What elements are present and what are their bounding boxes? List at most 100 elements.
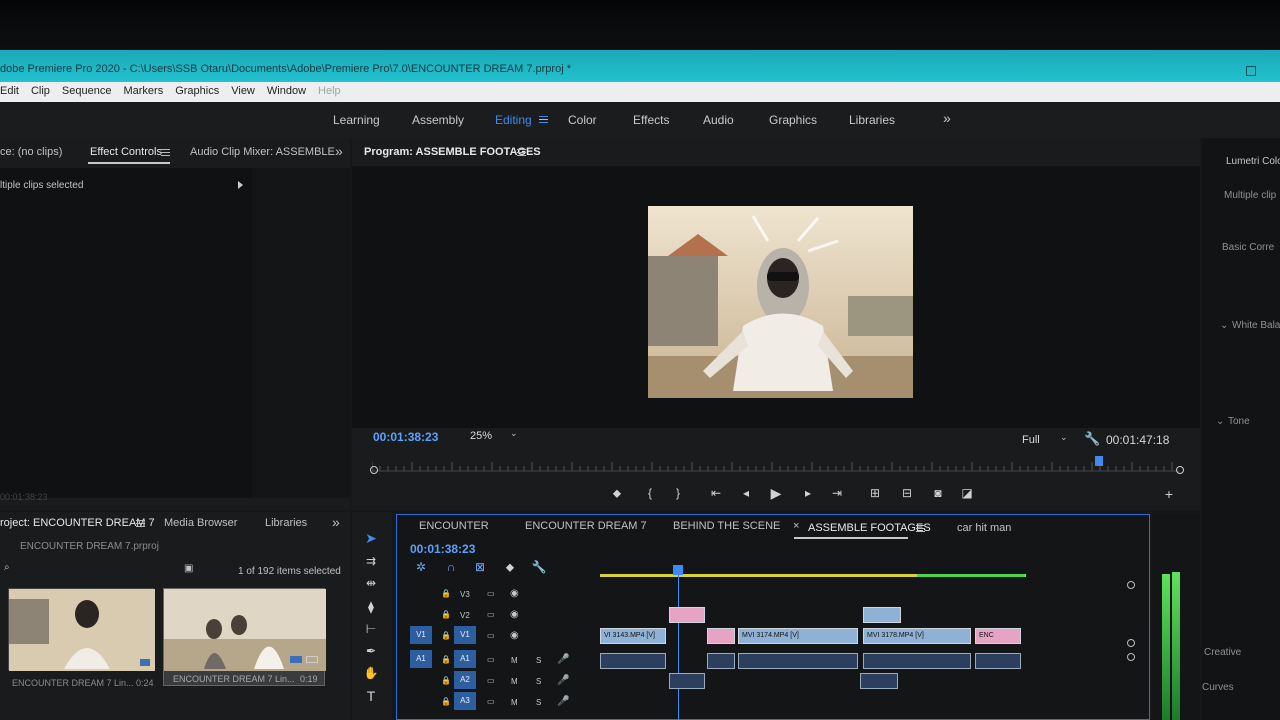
workspace-libraries[interactable]: Libraries (849, 113, 895, 127)
button-editor-plus-icon[interactable]: + (1160, 486, 1178, 502)
export-frame-icon[interactable]: ◙ (929, 486, 947, 500)
step-forward-icon[interactable]: ▸ (799, 486, 817, 500)
effect-controls-menu-icon[interactable] (161, 149, 170, 156)
in-point-handle[interactable] (370, 466, 378, 474)
expand-arrow-icon[interactable] (238, 181, 243, 189)
clip-a1-4[interactable] (863, 653, 971, 669)
eye-v3-icon[interactable]: ◉ (510, 588, 519, 599)
razor-tool-icon[interactable]: ⧫ (362, 600, 380, 614)
pen-tool-icon[interactable]: ✒ (362, 644, 380, 658)
timeline-tab-behind-the-scene[interactable]: BEHIND THE SCENE (673, 520, 780, 532)
close-tab-icon[interactable]: × (793, 520, 799, 532)
clip-v1-4[interactable]: ENC (975, 628, 1021, 644)
quality-chevron-down-icon[interactable]: ⌄ (1060, 432, 1068, 443)
type-tool-icon[interactable]: T (362, 688, 380, 704)
maximize-icon[interactable] (1246, 66, 1256, 76)
mute-a1[interactable]: M (511, 656, 518, 665)
mic-a2-icon[interactable]: 🎤 (557, 675, 569, 686)
sync-a2-icon[interactable]: ▭ (487, 676, 495, 685)
track-label-a2[interactable]: A2 (454, 671, 476, 689)
workspace-audio[interactable]: Audio (703, 113, 734, 127)
track-label-a1[interactable]: A1 (454, 650, 476, 668)
solo-a3[interactable]: S (536, 698, 541, 707)
menu-clip[interactable]: Clip (31, 85, 50, 102)
solo-a1[interactable]: S (536, 656, 541, 665)
tab-libraries[interactable]: Libraries (265, 517, 307, 529)
go-to-out-icon[interactable]: ⇥ (828, 486, 846, 500)
timeline-tab-encounter[interactable]: ENCOUNTER (419, 520, 489, 532)
eye-v1-icon[interactable]: ◉ (510, 630, 519, 641)
clip-a1-2[interactable] (707, 653, 735, 669)
program-time-ruler[interactable] (370, 456, 1184, 474)
mark-in-icon[interactable]: { (641, 486, 659, 500)
ripple-edit-tool-icon[interactable]: ⇹ (362, 576, 380, 590)
workspace-effects[interactable]: Effects (633, 113, 669, 127)
tab-project[interactable]: roject: ENCOUNTER DREAM 7 (0, 517, 155, 529)
extract-icon[interactable]: ⊟ (898, 486, 916, 500)
clip-a1-1[interactable] (600, 653, 666, 669)
sync-v1-icon[interactable]: ▭ (487, 631, 495, 640)
panel-more-icon[interactable]: » (335, 143, 343, 159)
eye-v2-icon[interactable]: ◉ (510, 609, 519, 620)
mic-a3-icon[interactable]: 🎤 (557, 696, 569, 707)
solo-a2[interactable]: S (536, 677, 541, 686)
mic-a1-icon[interactable]: 🎤 (557, 654, 569, 665)
timeline-tab-encounter-dream-7[interactable]: ENCOUNTER DREAM 7 (525, 520, 647, 532)
timeline-playhead-handle[interactable] (673, 565, 683, 575)
tab-media-browser[interactable]: Media Browser (164, 517, 237, 529)
clip-v2-blue[interactable] (863, 607, 901, 623)
source-patch-a1[interactable]: A1 (410, 650, 432, 668)
clip-v1-1[interactable]: VI 3143.MP4 [V] (600, 628, 666, 644)
new-bin-icon[interactable]: ▣ (184, 563, 193, 574)
slip-tool-icon[interactable]: ⊢ (362, 622, 380, 636)
lumetri-white-balance[interactable]: White Bala (1232, 320, 1280, 331)
selection-tool-icon[interactable]: ➤ (362, 530, 380, 547)
tab-effect-controls[interactable]: Effect Controls (90, 146, 162, 158)
menu-graphics[interactable]: Graphics (175, 85, 219, 102)
timeline-scroll-handle-mid[interactable] (1127, 639, 1135, 647)
comparison-view-icon[interactable]: ◪ (958, 486, 976, 500)
timeline-tab-assemble-footages[interactable]: ASSEMBLE FOOTAGES (808, 522, 931, 534)
clip-a1-3[interactable] (738, 653, 858, 669)
mute-a3[interactable]: M (511, 698, 518, 707)
play-icon[interactable]: ▶ (767, 485, 785, 502)
workspace-editing[interactable]: Editing (495, 113, 532, 127)
workspace-color[interactable]: Color (568, 113, 597, 127)
wrench-icon[interactable]: 🔧 (1084, 431, 1100, 447)
timeline-tab-car-hit-man[interactable]: car hit man (957, 522, 1011, 534)
zoom-chevron-down-icon[interactable]: ⌄ (510, 428, 518, 439)
linked-selection-icon[interactable]: ⊠ (471, 560, 489, 574)
program-menu-icon[interactable] (517, 149, 526, 156)
clip-a2-2[interactable] (860, 673, 898, 689)
lock-a2-icon[interactable]: 🔒 (441, 676, 451, 685)
workspace-assembly[interactable]: Assembly (412, 113, 464, 127)
timeline-marker-icon[interactable]: ⬥ (501, 560, 519, 575)
menu-markers[interactable]: Markers (123, 85, 163, 102)
menu-sequence[interactable]: Sequence (62, 85, 112, 102)
out-point-handle[interactable] (1176, 466, 1184, 474)
go-to-in-icon[interactable]: ⇤ (707, 486, 725, 500)
clip-v1-2[interactable]: MVI 3174.MP4 [V] (738, 628, 858, 644)
clip-a1-5[interactable] (975, 653, 1021, 669)
lumetri-tone[interactable]: Tone (1228, 416, 1250, 427)
timeline-settings-wrench-icon[interactable]: 🔧 (530, 560, 548, 574)
clip-a2-1[interactable] (669, 673, 705, 689)
project-thumbnail-2[interactable]: ENCOUNTER DREAM 7 Lin... 0:19 (163, 588, 326, 686)
lock-a1-icon[interactable]: 🔒 (441, 655, 451, 664)
clip-v1-3[interactable]: MVI 3178.MP4 [V] (863, 628, 971, 644)
program-playhead[interactable] (1095, 456, 1104, 466)
snap-magnet-icon[interactable]: ∩ (442, 560, 460, 574)
tab-audio-clip-mixer[interactable]: Audio Clip Mixer: ASSEMBLE (190, 146, 335, 158)
sync-v3-icon[interactable]: ▭ (487, 589, 495, 598)
timeline-scroll-handle-bottom[interactable] (1127, 653, 1135, 661)
project-thumbnail-1[interactable] (8, 588, 155, 671)
tab-source[interactable]: ce: (no clips) (0, 146, 62, 158)
tone-chevron-icon[interactable]: ⌄ (1216, 416, 1224, 427)
add-marker-icon[interactable]: ⬥ (608, 486, 626, 501)
timeline-menu-icon[interactable] (916, 525, 925, 532)
menu-view[interactable]: View (231, 85, 255, 102)
sync-a3-icon[interactable]: ▭ (487, 697, 495, 706)
program-timecode[interactable]: 00:01:38:23 (373, 430, 438, 444)
lumetri-title[interactable]: Lumetri Colo (1226, 156, 1280, 167)
zoom-select[interactable]: 25% (470, 430, 492, 442)
